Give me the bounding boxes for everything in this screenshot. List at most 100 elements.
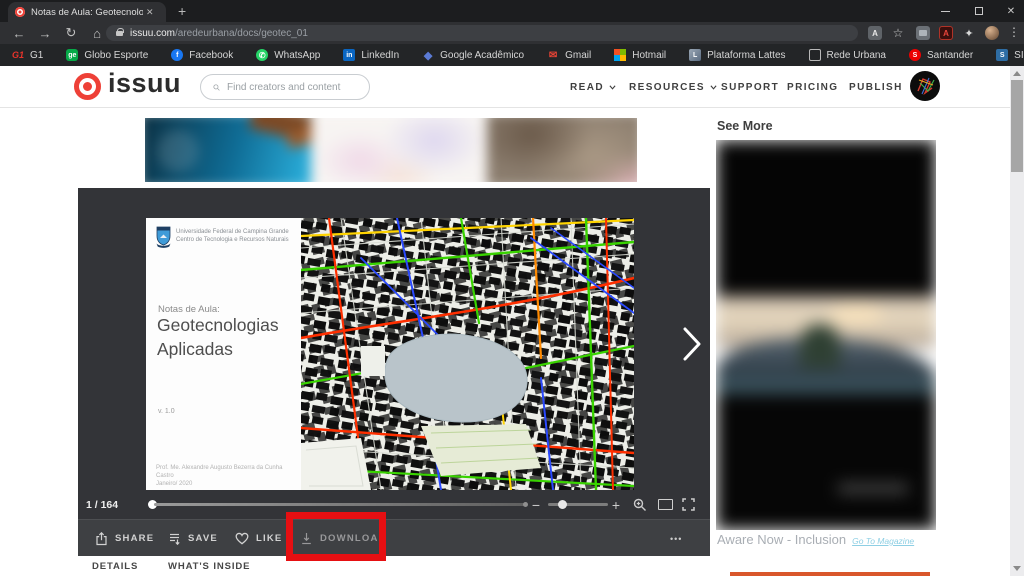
bookmark-star-icon[interactable]: ☆ (891, 26, 905, 40)
chrome-menu-icon[interactable]: ⋮ (1008, 25, 1020, 39)
zoom-in-button[interactable]: + (608, 490, 624, 519)
extension-pin-icon[interactable]: ✦ (962, 26, 976, 40)
browser-tabstrip: Notas de Aula: Geotecnologias A ✕ + ✕ (0, 0, 1024, 22)
home-icon[interactable]: ⌂ (86, 22, 108, 44)
download-highlight-annotation (286, 512, 386, 561)
bookmark-label: G1 (30, 50, 43, 61)
url-path: /aredeurbana/docs/geotec_01 (175, 28, 308, 39)
tab-details[interactable]: DETAILS (92, 561, 138, 572)
bookmark-whatsapp[interactable]: ✆ WhatsApp (256, 49, 320, 61)
forward-icon[interactable]: → (34, 22, 56, 44)
chevron-down-icon (609, 84, 616, 91)
bookmark-google-academico[interactable]: ◆Google Acadêmico (422, 49, 524, 61)
user-avatar[interactable] (910, 71, 940, 101)
cover-page: Universidade Federal de Campina Grande C… (146, 218, 301, 490)
bookmark-label: SIGAA UFRN (1014, 50, 1024, 61)
bookmark-label: WhatsApp (274, 50, 320, 61)
issuu-logo-icon[interactable] (74, 73, 101, 100)
document-page[interactable]: Universidade Federal de Campina Grande C… (146, 218, 634, 490)
window-maximize-button[interactable] (964, 0, 994, 22)
search-input[interactable] (227, 82, 357, 93)
bookmark-plataforma-lattes[interactable]: LPlataforma Lattes (689, 49, 785, 61)
window-close-button[interactable]: ✕ (996, 0, 1024, 22)
maximize-icon (975, 7, 983, 15)
screen: Notas de Aula: Geotecnologias A ✕ + ✕ ← … (0, 0, 1024, 576)
zoom-slider-handle[interactable] (558, 500, 567, 509)
browser-tab[interactable]: Notas de Aula: Geotecnologias A ✕ (8, 2, 166, 22)
facebook-icon: f (171, 49, 183, 61)
cover-version: v. 1.0 (158, 408, 175, 415)
extension-capture-icon[interactable] (916, 26, 930, 40)
google-scholar-icon: ◆ (422, 49, 434, 61)
bookmark-label: Rede Urbana (827, 50, 886, 61)
adobe-acrobat-extension-icon[interactable]: A (939, 26, 953, 40)
related-publication-thumbnail[interactable] (716, 140, 936, 530)
translate-icon[interactable]: A (868, 26, 882, 40)
santander-icon: S (909, 49, 921, 61)
reload-icon[interactable]: ↻ (60, 22, 82, 44)
chrome-profile-avatar[interactable] (985, 26, 999, 40)
magnifier-zoom-icon[interactable] (630, 490, 650, 519)
tab-whats-inside[interactable]: WHAT'S INSIDE (168, 561, 250, 572)
scroll-up-icon[interactable] (1013, 71, 1021, 76)
zoom-out-button[interactable]: − (528, 490, 544, 519)
bookmark-hotmail[interactable]: Hotmail (614, 49, 666, 61)
share-button[interactable]: SHARE (95, 520, 154, 557)
bookmark-globo-esporte[interactable]: geGlobo Esporte (66, 49, 148, 61)
scrollbar-thumb[interactable] (1011, 80, 1023, 172)
cover-title-line2: Aplicadas (157, 339, 233, 360)
nav-support[interactable]: SUPPORT (721, 66, 779, 108)
presentation-mode-icon[interactable] (658, 499, 673, 510)
bookmark-label: Globo Esporte (84, 50, 148, 61)
go-to-magazine-link[interactable]: Go To Magazine (852, 536, 914, 546)
tab-close-icon[interactable]: ✕ (146, 7, 154, 18)
site-search[interactable] (200, 74, 370, 100)
nav-publish[interactable]: PUBLISH (849, 66, 903, 108)
issuu-header: issuu READ RESOURCES SUPPORT PRICING PUB… (0, 66, 1024, 108)
bookmark-gmail[interactable]: ✉Gmail (547, 49, 591, 61)
bookmark-label: Gmail (565, 50, 591, 61)
avatar-art (910, 71, 940, 101)
new-tab-button[interactable]: + (178, 3, 186, 19)
whatsapp-icon: ✆ (256, 49, 268, 61)
bookmark-label: Plataforma Lattes (707, 50, 785, 61)
sidebar-title: See More (717, 119, 773, 133)
scroll-down-icon[interactable] (1013, 566, 1021, 571)
sigaa-icon: S (996, 49, 1008, 61)
minimize-icon (941, 11, 950, 12)
share-icon (95, 532, 108, 546)
microsoft-icon (614, 49, 626, 61)
issuu-wordmark[interactable]: issuu (108, 68, 181, 99)
bookmark-g1[interactable]: G1G1 (12, 49, 43, 61)
save-button[interactable]: SAVE (168, 520, 218, 557)
bookmarks-bar: G1G1 geGlobo Esporte fFacebook ✆ WhatsApp… (0, 44, 1024, 66)
zoom-slider-track[interactable] (548, 503, 608, 506)
bookmark-rede-urbana[interactable]: Rede Urbana (809, 49, 886, 61)
bookmark-linkedin[interactable]: inLinkedIn (343, 49, 399, 61)
nav-pricing[interactable]: PRICING (787, 66, 838, 108)
bookmark-facebook[interactable]: fFacebook (171, 49, 233, 61)
fullscreen-icon[interactable] (678, 490, 698, 519)
document-viewer: Universidade Federal de Campina Grande C… (78, 188, 710, 556)
bookmark-label: LinkedIn (361, 50, 399, 61)
bookmark-label: Hotmail (632, 50, 666, 61)
document-action-bar: SHARE SAVE LIKE DOWNLOAD ••• (78, 519, 710, 556)
next-page-icon[interactable] (680, 326, 704, 362)
nav-read[interactable]: READ (570, 66, 616, 108)
bookmark-santander[interactable]: SSantander (909, 49, 973, 61)
save-icon (168, 532, 181, 546)
bookmark-sigaa-ufrn[interactable]: S SIGAA UFRN (996, 49, 1024, 61)
page-slider-track[interactable] (154, 503, 525, 506)
window-minimize-button[interactable] (930, 0, 960, 22)
back-icon[interactable]: ← (8, 22, 30, 44)
like-button[interactable]: LIKE (235, 520, 282, 557)
page-scrollbar[interactable] (1010, 66, 1024, 576)
ufcg-shield-icon (156, 226, 171, 248)
address-bar[interactable]: issuu.com /aredeurbana/docs/geotec_01 (106, 25, 858, 41)
chevron-down-icon (710, 84, 717, 91)
more-options-button[interactable]: ••• (670, 520, 682, 557)
nav-resources[interactable]: RESOURCES (629, 66, 717, 108)
pagination-bar: 1 / 164 − + (78, 490, 710, 519)
lock-icon (116, 31, 123, 36)
banner-ad[interactable] (145, 118, 637, 182)
